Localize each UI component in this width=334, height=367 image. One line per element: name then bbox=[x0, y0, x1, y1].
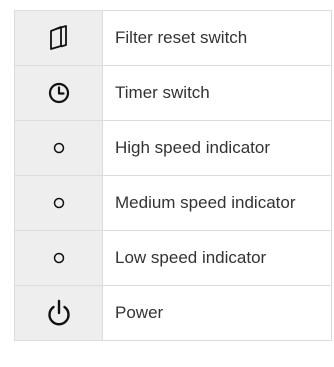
filter-icon bbox=[49, 25, 69, 51]
legend-row-power: Power bbox=[14, 285, 332, 341]
legend-label: Low speed indicator bbox=[102, 230, 332, 286]
circle-indicator-icon bbox=[53, 197, 65, 209]
legend-row-high-speed: High speed indicator bbox=[14, 120, 332, 176]
legend-label: High speed indicator bbox=[102, 120, 332, 176]
icon-cell bbox=[14, 120, 103, 176]
icon-cell bbox=[14, 65, 103, 121]
power-icon bbox=[46, 299, 72, 327]
icon-cell bbox=[14, 175, 103, 231]
legend-row-timer: Timer switch bbox=[14, 65, 332, 121]
circle-indicator-icon bbox=[53, 252, 65, 264]
legend-label: Medium speed indicator bbox=[102, 175, 332, 231]
legend-row-filter-reset: Filter reset switch bbox=[14, 10, 332, 66]
legend-row-low-speed: Low speed indicator bbox=[14, 230, 332, 286]
legend-label: Filter reset switch bbox=[102, 10, 332, 66]
icon-cell bbox=[14, 285, 103, 341]
legend-label: Timer switch bbox=[102, 65, 332, 121]
clock-icon bbox=[48, 82, 70, 104]
icon-cell bbox=[14, 10, 103, 66]
icon-cell bbox=[14, 230, 103, 286]
control-legend-table: Filter reset switch Timer switch High sp… bbox=[14, 10, 332, 341]
legend-row-medium-speed: Medium speed indicator bbox=[14, 175, 332, 231]
legend-label: Power bbox=[102, 285, 332, 341]
circle-indicator-icon bbox=[53, 142, 65, 154]
